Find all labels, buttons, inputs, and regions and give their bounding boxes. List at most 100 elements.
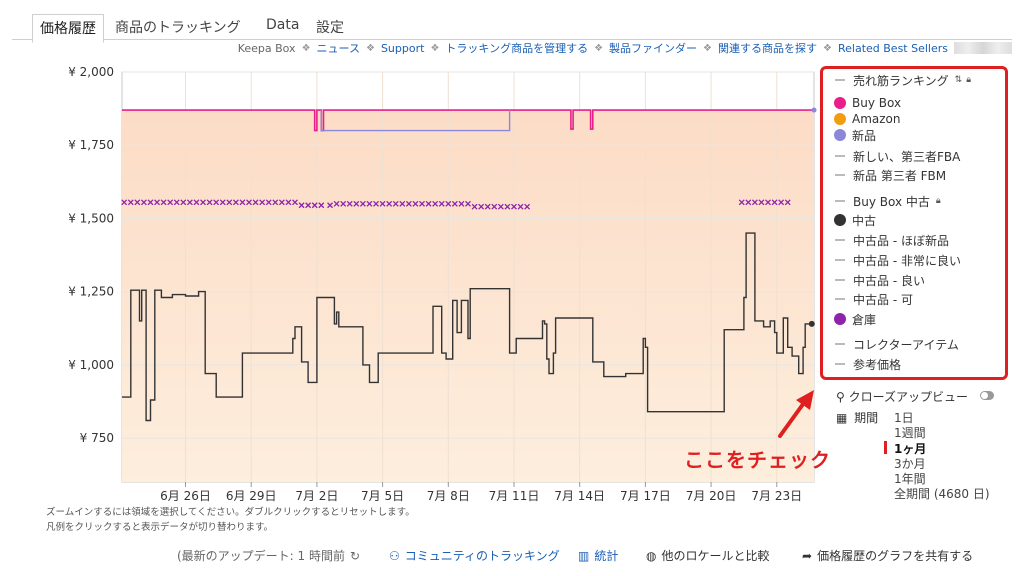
compare-locales-link[interactable]: ◍ 他のロケールと比較 [646, 547, 770, 564]
legend-item-buy-box-used[interactable]: Buy Box 中古 🔒︎ [835, 193, 941, 209]
annotation-arrow-icon [778, 390, 814, 438]
last-update: (最新のアップデート: 1 時間前 ↻ [177, 547, 360, 564]
link-support[interactable]: Support [381, 42, 424, 55]
line-marker-icon [835, 363, 845, 365]
x-tick-label: 7月 17日 [620, 489, 671, 503]
line-marker-icon [835, 343, 845, 345]
buy-box-area [122, 110, 814, 483]
lock-icon: 🔒︎ [935, 196, 941, 206]
legend-item-used-good[interactable]: 中古品 - 良い [835, 272, 925, 288]
blurred-account-name [954, 42, 1012, 54]
dot-marker-icon [834, 214, 846, 226]
price-history-chart[interactable]: ¥ 2,000 ¥ 1,750 ¥ 1,500 ¥ 1,250 ¥ 1,000 ¥ 750… [0, 58, 820, 508]
link-related-best-sellers[interactable]: Related Best Sellers [838, 42, 948, 55]
legend-item-warehouse[interactable]: 倉庫 [834, 311, 877, 327]
separator-icon: ❖ [594, 42, 604, 54]
range-1-week[interactable]: 1週間 [894, 424, 926, 441]
legend-label: 中古品 - 非常に良い [853, 253, 961, 268]
dot-marker-icon [834, 313, 846, 325]
line-marker-icon [835, 155, 845, 157]
share-icon: ➦ [802, 548, 813, 563]
legend-item-new[interactable]: 新品 [834, 127, 877, 143]
link-manage-tracking[interactable]: トラッキング商品を管理する [445, 40, 588, 56]
closeup-toggle[interactable] [980, 391, 994, 400]
legend-item-new-fba[interactable]: 新しい、第三者FBA [835, 148, 960, 164]
legend-label: 中古品 - 可 [853, 292, 913, 307]
line-marker-icon [835, 79, 845, 81]
legend-item-amazon[interactable]: Amazon [834, 111, 901, 127]
y-tick-label: ¥ 1,750 [68, 138, 114, 152]
community-tracking-link[interactable]: ⚇ コミュニティのトラッキング [389, 547, 560, 564]
last-update-label: (最新のアップデート: 1 時間前 [177, 549, 345, 563]
legend-item-buy-box[interactable]: Buy Box [834, 95, 902, 111]
separator-icon: ❖ [365, 42, 375, 54]
sort-icon: ⇅ [954, 75, 963, 85]
legend-hint: 凡例をクリックすると表示データが切り替わります。 [46, 522, 274, 533]
x-tick-label: 7月 11日 [489, 489, 540, 503]
share-graph-link[interactable]: ➦ 価格履歴のグラフを共有する [802, 547, 973, 564]
legend-item-used-very-good[interactable]: 中古品 - 非常に良い [835, 252, 961, 268]
keepa-box-label: Keepa Box [237, 41, 296, 55]
refresh-icon[interactable]: ↻ [350, 549, 360, 563]
tab-price-history[interactable]: 価格履歴 [32, 14, 104, 43]
bar-chart-icon: ▥ [578, 548, 590, 563]
selected-range-indicator [884, 441, 887, 454]
period-label: 期間 [854, 411, 879, 425]
legend-label: 新品 第三者 FBM [853, 168, 947, 183]
legend-label: 中古 [852, 213, 877, 228]
used-last-point [808, 320, 815, 327]
y-tick-label: ¥ 750 [80, 431, 114, 445]
link-product-finder[interactable]: 製品ファインダー [609, 40, 697, 56]
legend-label: 倉庫 [852, 312, 877, 327]
tab-data[interactable]: Data [266, 17, 299, 33]
x-tick-label: 7月 8日 [427, 489, 470, 503]
closeup-view-row[interactable]: ⚲ クローズアップビュー [836, 388, 968, 405]
y-tick-label: ¥ 1,000 [68, 358, 114, 372]
community-label: コミュニティのトラッキング [404, 549, 560, 563]
legend-label: コレクターアイテム [853, 337, 959, 352]
line-marker-icon [835, 174, 845, 176]
legend-label: 新品 [852, 128, 877, 143]
tab-product-tracking[interactable]: 商品のトラッキング [115, 17, 241, 37]
range-all-time[interactable]: 全期間 (4680 日) [894, 485, 990, 502]
line-marker-icon [835, 298, 845, 300]
legend-label: 新しい、第三者FBA [853, 149, 961, 164]
legend-item-list-price[interactable]: 参考価格 [835, 356, 901, 372]
legend-item-used-acceptable[interactable]: 中古品 - 可 [835, 291, 913, 307]
legend-label: 参考価格 [853, 357, 902, 372]
lock-icon: 🔒︎ [966, 75, 971, 85]
link-related-products[interactable]: 関連する商品を探す [718, 40, 817, 56]
legend-label: Buy Box [852, 96, 902, 110]
separator-icon: ❖ [703, 42, 713, 54]
x-tick-label: 7月 14日 [554, 489, 605, 503]
links-bar: Keepa Box ❖ ニュース ❖ Support ❖ トラッキング商品を管理… [238, 40, 1012, 56]
calendar-icon: ▦ [836, 411, 848, 425]
y-tick-label: ¥ 1,500 [68, 211, 114, 225]
line-marker-icon [835, 200, 845, 202]
dot-marker-icon [834, 129, 846, 141]
period-row: ▦ 期間 [836, 409, 878, 426]
statistics-link[interactable]: ▥ 統計 [578, 547, 618, 564]
new-last-point [811, 107, 817, 113]
x-tick-label: 7月 5日 [361, 489, 404, 503]
annotation-text: ここをチェック [684, 448, 831, 472]
x-tick-label: 6月 26日 [160, 489, 211, 503]
search-icon: ⚲ [836, 390, 845, 404]
x-tick-label: 6月 29日 [226, 489, 277, 503]
tab-settings[interactable]: 設定 [316, 17, 344, 37]
legend-item-sales-rank[interactable]: 売れ筋ランキング ⇅ 🔒︎ [835, 72, 971, 88]
legend-item-collectible[interactable]: コレクターアイテム [835, 336, 959, 352]
x-tick-label: 7月 23日 [751, 489, 802, 503]
separator-icon: ❖ [301, 42, 311, 54]
y-tick-label: ¥ 2,000 [68, 65, 114, 79]
compare-label: 他のロケールと比較 [661, 549, 770, 563]
line-marker-icon [835, 279, 845, 281]
legend-item-used[interactable]: 中古 [834, 212, 877, 228]
legend-item-new-fbm[interactable]: 新品 第三者 FBM [835, 167, 946, 183]
share-label: 価格履歴のグラフを共有する [817, 549, 974, 563]
line-marker-icon [835, 239, 845, 241]
legend-label: 売れ筋ランキング [853, 73, 949, 88]
legend-item-used-like-new[interactable]: 中古品 - ほぼ新品 [835, 232, 949, 248]
separator-icon: ❖ [823, 42, 832, 54]
link-news[interactable]: ニュース [317, 40, 360, 56]
